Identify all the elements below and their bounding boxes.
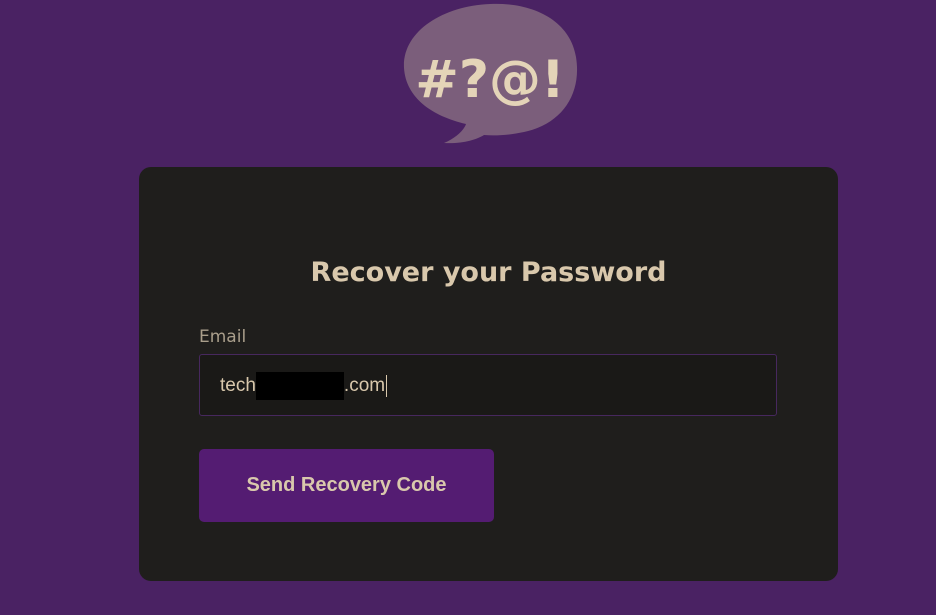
text-caret: [386, 375, 388, 397]
email-label: Email: [199, 327, 247, 347]
redaction-block: [255, 372, 344, 400]
email-value-end: .com: [343, 375, 386, 396]
email-field[interactable]: tech .com: [199, 354, 777, 416]
logo-text: #?@!: [415, 50, 564, 110]
page-title: Recover your Password: [310, 257, 667, 288]
recovery-card: Recover your Password Email tech .com Sen…: [139, 167, 838, 581]
send-recovery-code-button[interactable]: Send Recovery Code: [199, 449, 494, 522]
email-value: tech .com: [220, 372, 388, 400]
speech-bubble-icon: #?@!: [403, 3, 578, 144]
email-value-start: tech: [220, 375, 256, 396]
logo: #?@!: [402, 2, 580, 148]
recover-password-page: #?@! Recover your Password Email tech .co…: [0, 0, 936, 615]
